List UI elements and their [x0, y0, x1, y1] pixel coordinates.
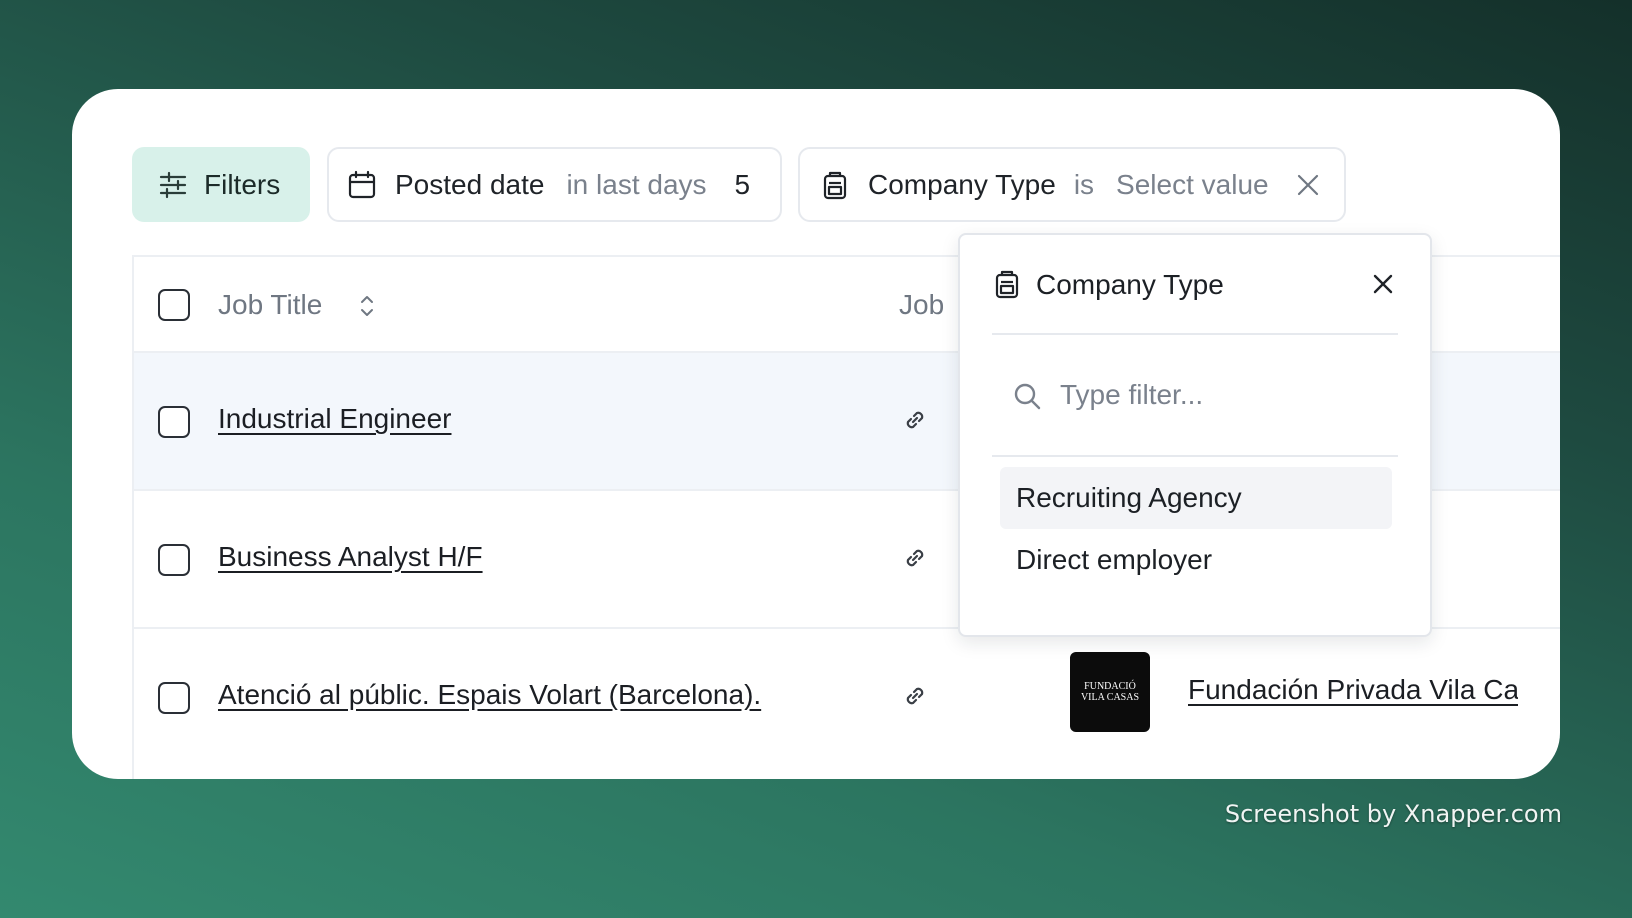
- posted-date-value[interactable]: 5: [735, 169, 751, 201]
- close-icon[interactable]: [1295, 172, 1321, 198]
- company-type-dropdown: Company Type Recruiting Agency Direct em…: [958, 233, 1432, 637]
- column-header-job-title[interactable]: Job Title: [218, 289, 322, 321]
- select-all-checkbox[interactable]: [158, 289, 190, 321]
- posted-date-operator[interactable]: in last days: [566, 169, 706, 201]
- table-row: Atenció al públic. Espais Volart (Barcel…: [134, 629, 1560, 767]
- link-icon[interactable]: [901, 406, 929, 434]
- filters-label: Filters: [204, 168, 281, 200]
- main-card: Filters Posted date in last days 5 Compa…: [72, 89, 1560, 779]
- link-icon[interactable]: [901, 682, 929, 710]
- company-type-operator[interactable]: is: [1074, 169, 1094, 201]
- option-recruiting-agency[interactable]: Recruiting Agency: [1000, 467, 1392, 529]
- dropdown-header: Company Type: [992, 267, 1398, 335]
- watermark: Screenshot by Xnapper.com: [1224, 800, 1562, 828]
- briefcase-icon: [992, 269, 1022, 299]
- column-header-job[interactable]: Job: [899, 289, 944, 321]
- job-title-link[interactable]: Atenció al públic. Espais Volart (Barcel…: [218, 679, 761, 711]
- company-name-link[interactable]: Fundación Privada Vila Casas: [1188, 674, 1518, 706]
- close-icon[interactable]: [1368, 269, 1398, 299]
- link-icon[interactable]: [901, 544, 929, 572]
- posted-date-field: Posted date: [395, 168, 545, 200]
- company-type-field: Company Type: [868, 168, 1056, 200]
- company-logo-text: FUNDACIÓ VILA CASAS: [1080, 681, 1140, 703]
- sliders-icon: [158, 170, 188, 200]
- dropdown-search: [992, 335, 1398, 457]
- sort-icon[interactable]: [356, 292, 378, 320]
- company-type-value[interactable]: Select value: [1116, 169, 1269, 201]
- briefcase-icon: [820, 170, 850, 200]
- company-logo: FUNDACIÓ VILA CASAS: [1070, 652, 1150, 732]
- company-type-filter-chip[interactable]: Company Type is Select value: [798, 147, 1346, 222]
- posted-date-filter-chip[interactable]: Posted date in last days 5: [327, 147, 782, 222]
- search-icon: [1012, 381, 1042, 411]
- filters-button[interactable]: Filters: [132, 147, 310, 222]
- row-checkbox[interactable]: [158, 544, 190, 576]
- job-title-link[interactable]: Industrial Engineer: [218, 403, 451, 435]
- row-checkbox[interactable]: [158, 406, 190, 438]
- job-title-link[interactable]: Business Analyst H/F: [218, 541, 483, 573]
- option-direct-employer[interactable]: Direct employer: [1000, 529, 1392, 591]
- row-checkbox[interactable]: [158, 682, 190, 714]
- calendar-icon: [347, 170, 377, 200]
- dropdown-title: Company Type: [1036, 269, 1224, 300]
- type-filter-input[interactable]: [1060, 371, 1390, 419]
